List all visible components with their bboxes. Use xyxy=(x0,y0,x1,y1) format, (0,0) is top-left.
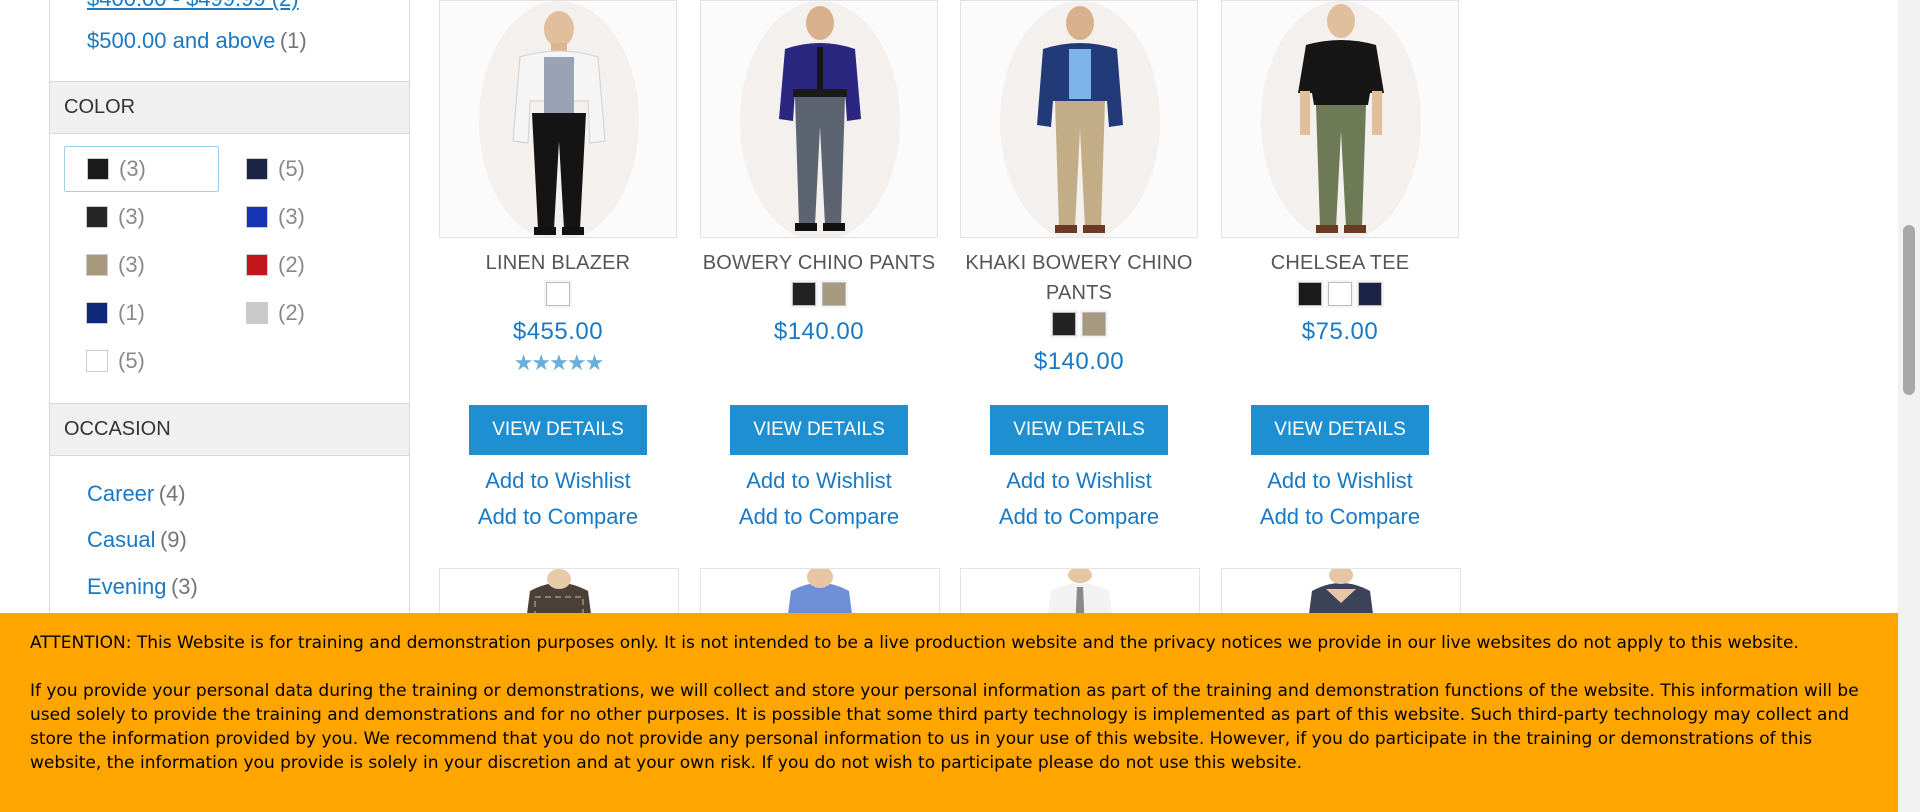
price-filter-500-above-label[interactable]: $500.00 and above xyxy=(87,28,275,53)
product-price: $140.00 xyxy=(773,318,865,345)
color-swatch[interactable] xyxy=(85,205,109,229)
product-price: $140.00 xyxy=(1033,348,1125,375)
color-swatch[interactable] xyxy=(85,301,109,325)
product-color-swatches xyxy=(700,280,938,310)
add-to-wishlist-link[interactable]: Add to Wishlist xyxy=(439,468,677,494)
color-count: (5) xyxy=(278,156,305,181)
color-swatch[interactable] xyxy=(245,253,269,277)
add-to-wishlist-link[interactable]: Add to Wishlist xyxy=(700,468,938,494)
product-image-link[interactable] xyxy=(960,0,1198,238)
product-color-swatch[interactable] xyxy=(1050,310,1078,338)
product-price: $455.00 xyxy=(512,318,604,345)
color-swatch[interactable] xyxy=(245,301,269,325)
color-filter-option[interactable]: (5) xyxy=(64,338,219,384)
color-count: (3) xyxy=(278,204,305,229)
add-to-compare-link[interactable]: Add to Compare xyxy=(960,504,1198,530)
product-color-swatch[interactable] xyxy=(820,280,848,308)
add-to-wishlist-link[interactable]: Add to Wishlist xyxy=(960,468,1198,494)
price-filter-500-above-count: (1) xyxy=(279,28,307,53)
product-card: KHAKI BOWERY CHINO PANTS $140.00 xyxy=(960,0,1198,376)
occasion-evening-label[interactable]: Evening xyxy=(87,574,167,599)
color-swatch[interactable] xyxy=(85,253,109,277)
product-name-link[interactable]: KHAKI BOWERY CHINO PANTS xyxy=(960,248,1198,308)
product-image xyxy=(961,1,1197,237)
product-image xyxy=(1222,1,1458,237)
product-color-swatch[interactable] xyxy=(544,280,572,308)
product-image-link[interactable] xyxy=(439,0,677,238)
product-card: CHELSEA TEE $75.00 xyxy=(1221,0,1459,346)
occasion-casual[interactable]: Casual (9) xyxy=(87,527,187,553)
color-filter-option[interactable]: (2) xyxy=(224,290,379,336)
product-card: LINEN BLAZER $455.00 ★★★★★ xyxy=(439,0,677,376)
occasion-filter-header[interactable]: OCCASION xyxy=(50,403,409,456)
view-details-button[interactable]: VIEW DETAILS xyxy=(1251,405,1429,455)
color-filter-option[interactable]: (3) xyxy=(64,194,219,240)
view-details-button[interactable]: VIEW DETAILS xyxy=(730,405,908,455)
product-name-link[interactable]: BOWERY CHINO PANTS xyxy=(700,248,938,278)
color-swatch[interactable] xyxy=(245,157,269,181)
product-image-link[interactable] xyxy=(1221,0,1459,238)
product-color-swatches xyxy=(439,280,677,310)
color-filter-option[interactable]: (2) xyxy=(224,242,379,288)
price-filter-500-above[interactable]: $500.00 and above (1) xyxy=(87,28,307,54)
price-filter-400-499-link[interactable]: $400.00 - $499.99 (2) xyxy=(87,0,299,12)
product-name-link[interactable]: CHELSEA TEE xyxy=(1221,248,1459,278)
product-color-swatch[interactable] xyxy=(1296,280,1324,308)
page-scrollbar[interactable] xyxy=(1898,0,1920,812)
product-price: $75.00 xyxy=(1301,318,1379,345)
add-to-compare-link[interactable]: Add to Compare xyxy=(1221,504,1459,530)
notice-attention-text: ATTENTION: This Website is for training … xyxy=(30,633,1799,653)
add-to-compare-link[interactable]: Add to Compare xyxy=(700,504,938,530)
occasion-career-label[interactable]: Career xyxy=(87,481,154,506)
color-filter-option[interactable]: (1) xyxy=(64,290,219,336)
product-color-swatch[interactable] xyxy=(1080,310,1108,338)
product-image-link[interactable] xyxy=(700,0,938,238)
add-to-wishlist-link[interactable]: Add to Wishlist xyxy=(1221,468,1459,494)
notice-personal-data-text: If you provide your personal data during… xyxy=(30,681,1859,773)
product-color-swatch[interactable] xyxy=(1326,280,1354,308)
view-details-button[interactable]: VIEW DETAILS xyxy=(469,405,647,455)
color-filter-option[interactable]: (3) xyxy=(64,146,219,192)
color-filter-option[interactable]: (3) xyxy=(224,194,379,240)
product-color-swatch[interactable] xyxy=(790,280,818,308)
view-details-button[interactable]: VIEW DETAILS xyxy=(990,405,1168,455)
color-filter-option[interactable]: (5) xyxy=(224,146,379,192)
demo-notice-banner: ATTENTION: This Website is for training … xyxy=(0,613,1898,812)
product-color-swatches xyxy=(1221,280,1459,310)
product-image xyxy=(701,1,937,237)
color-filter-option[interactable]: (3) xyxy=(64,242,219,288)
occasion-casual-label[interactable]: Casual xyxy=(87,527,155,552)
color-count: (1) xyxy=(118,300,145,325)
color-count: (2) xyxy=(278,300,305,325)
color-swatch[interactable] xyxy=(86,157,110,181)
product-rating-stars[interactable]: ★★★★★ xyxy=(439,350,677,376)
color-count: (3) xyxy=(118,204,145,229)
color-swatch[interactable] xyxy=(85,349,109,373)
color-count: (2) xyxy=(278,252,305,277)
add-to-compare-link[interactable]: Add to Compare xyxy=(439,504,677,530)
occasion-career[interactable]: Career (4) xyxy=(87,481,186,507)
product-color-swatches xyxy=(960,310,1198,340)
product-color-swatch[interactable] xyxy=(1356,280,1384,308)
occasion-evening-count: (3) xyxy=(170,574,198,599)
product-card: BOWERY CHINO PANTS $140.00 xyxy=(700,0,938,346)
occasion-evening[interactable]: Evening (3) xyxy=(87,574,198,600)
scrollbar-thumb[interactable] xyxy=(1903,225,1915,395)
color-count: (3) xyxy=(118,252,145,277)
occasion-casual-count: (9) xyxy=(159,527,187,552)
product-name-link[interactable]: LINEN BLAZER xyxy=(439,248,677,278)
color-count: (3) xyxy=(119,156,146,181)
color-filter-header[interactable]: COLOR xyxy=(50,81,409,134)
color-count: (5) xyxy=(118,348,145,373)
occasion-career-count: (4) xyxy=(158,481,186,506)
product-image xyxy=(440,1,676,237)
color-swatch[interactable] xyxy=(245,205,269,229)
